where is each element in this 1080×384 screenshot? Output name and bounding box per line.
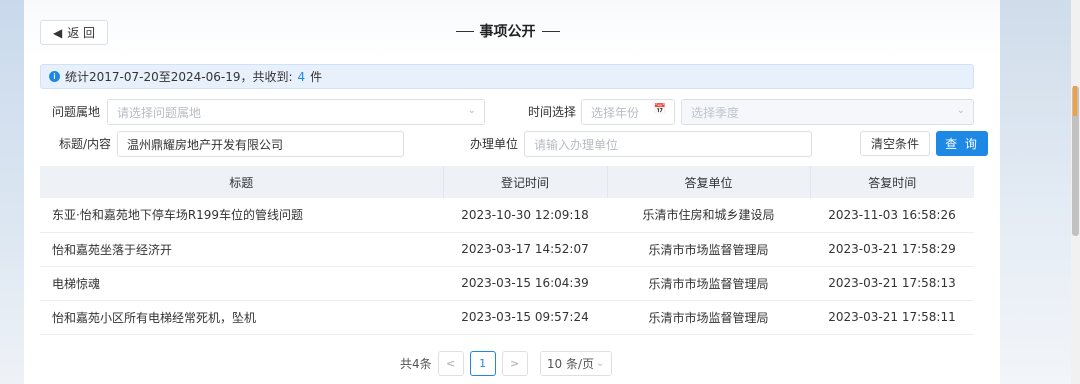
- chevron-down-icon: ⌄: [956, 105, 965, 116]
- statistics-count: 4: [297, 69, 306, 84]
- row-reply-time: 2023-11-03 16:58:26: [828, 207, 956, 222]
- column-header-reply-time: 答复时间: [868, 175, 917, 190]
- row-reply-unit: 乐清市市场监督管理局: [648, 310, 769, 325]
- unit-placeholder: 请输入办理单位: [534, 137, 619, 152]
- year-placeholder: 选择年份: [591, 105, 640, 120]
- back-arrow-icon: ◀: [52, 25, 63, 40]
- category-select[interactable]: 请选择问题属地 ⌄: [107, 99, 485, 125]
- row-reply-unit: 乐清市市场监督管理局: [648, 276, 769, 291]
- calendar-icon: 📅: [653, 104, 666, 115]
- scrollbar[interactable]: [1071, 0, 1080, 384]
- year-picker[interactable]: 选择年份 📅: [581, 99, 675, 125]
- chevron-right-icon: >: [510, 356, 520, 370]
- unit-input[interactable]: 请输入办理单位: [524, 131, 812, 157]
- table-row[interactable]: 怡和嘉苑坐落于经济开 2023-03-17 14:52:07 乐清市市场监督管理…: [40, 232, 974, 266]
- title-right-dash: [541, 30, 560, 32]
- page-size-select[interactable]: 10 条/页 ⌄: [539, 350, 612, 376]
- row-register-time: 2023-10-30 12:09:18: [461, 207, 589, 222]
- row-title[interactable]: 怡和嘉苑小区所有电梯经常死机，坠机: [40, 300, 443, 334]
- background-right: [1000, 0, 1080, 384]
- row-reply-time: 2023-03-21 17:58:11: [828, 310, 956, 324]
- chevron-down-icon: ⌄: [467, 105, 476, 116]
- table-row[interactable]: 电梯惊魂 2023-03-15 16:04:39 乐清市市场监督管理局 2023…: [40, 266, 974, 300]
- query-button[interactable]: 查 询: [936, 131, 988, 156]
- row-reply-time: 2023-03-21 17:58:29: [828, 242, 956, 256]
- statistics-banner: i 统计2017-07-20至2024-06-19，共收到: 4 件: [40, 64, 974, 89]
- row-register-time: 2023-03-15 16:04:39: [461, 276, 589, 290]
- unit-label: 办理单位: [469, 137, 518, 151]
- pagination-total: 共4条: [400, 356, 432, 371]
- category-label: 问题属地: [51, 105, 100, 119]
- chevron-down-icon: ⌄: [596, 357, 605, 369]
- keyword-input[interactable]: 温州鼎耀房地产开发有限公司: [117, 131, 404, 157]
- time-label: 时间选择: [527, 105, 576, 119]
- next-page-button[interactable]: >: [501, 350, 528, 376]
- column-header-reply-unit: 答复单位: [607, 166, 811, 198]
- page-title-text: 事项公开: [479, 24, 536, 40]
- statistics-text: 统计2017-07-20至2024-06-19，共收到:: [65, 70, 293, 84]
- clear-button[interactable]: 清空条件: [860, 131, 930, 156]
- page-title: 事项公开: [440, 20, 575, 42]
- table-row[interactable]: 怡和嘉苑小区所有电梯经常死机，坠机 2023-03-15 09:57:24 乐清…: [40, 300, 974, 334]
- row-title[interactable]: 怡和嘉苑坐落于经济开: [40, 232, 443, 266]
- row-reply-unit: 乐清市住房和城乡建设局: [642, 208, 775, 223]
- chevron-left-icon: <: [446, 356, 456, 370]
- quarter-select[interactable]: 选择季度 ⌄: [681, 99, 974, 125]
- back-button[interactable]: ◀ 返 回: [40, 20, 108, 45]
- category-placeholder: 请选择问题属地: [117, 105, 202, 120]
- row-register-time: 2023-03-17 14:52:07: [461, 242, 589, 256]
- table-row[interactable]: 东亚·怡和嘉苑地下停车场R199车位的管线问题 2023-10-30 12:09…: [40, 198, 974, 232]
- row-reply-unit: 乐清市市场监督管理局: [648, 242, 769, 257]
- results-table: 标题 登记时间 答复单位 答复时间 东亚·怡和嘉苑地下停车场R199车位的管线问…: [40, 166, 974, 335]
- table-header-row: 标题 登记时间 答复单位 答复时间: [40, 166, 974, 198]
- back-button-label: 返 回: [67, 26, 96, 40]
- column-header-title: 标题: [40, 166, 444, 198]
- background-left: [0, 0, 24, 384]
- row-title[interactable]: 电梯惊魂: [40, 266, 443, 300]
- statistics-suffix: 件: [310, 70, 323, 84]
- page-number-button[interactable]: 1: [469, 350, 496, 376]
- column-header-register-time: 登记时间: [443, 166, 608, 198]
- pagination: 共4条 < 1 > 10 条/页 ⌄: [400, 350, 612, 376]
- info-icon: i: [49, 71, 60, 82]
- keyword-label: 标题/内容: [58, 137, 111, 151]
- page-size-value: 10 条/页: [546, 356, 595, 371]
- keyword-value: 温州鼎耀房地产开发有限公司: [127, 137, 284, 152]
- prev-page-button[interactable]: <: [437, 350, 464, 376]
- title-left-dash: [455, 30, 474, 32]
- quarter-placeholder: 选择季度: [691, 105, 740, 120]
- row-reply-time: 2023-03-21 17:58:13: [828, 276, 956, 290]
- row-title[interactable]: 东亚·怡和嘉苑地下停车场R199车位的管线问题: [40, 198, 443, 232]
- scroll-marker: [1073, 86, 1077, 116]
- row-register-time: 2023-03-15 09:57:24: [461, 310, 589, 324]
